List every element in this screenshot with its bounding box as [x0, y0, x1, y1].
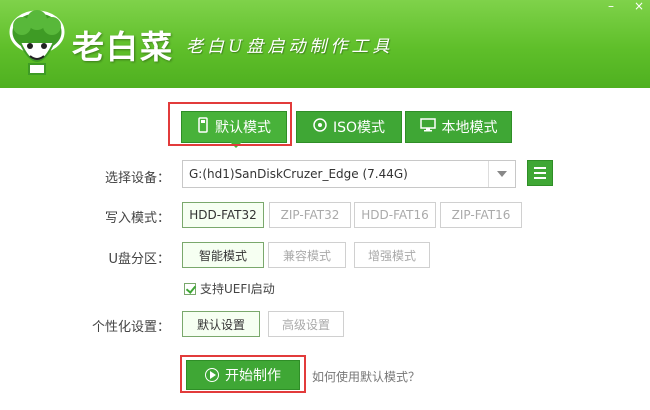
minimize-button[interactable]: –	[600, 0, 622, 14]
write-option-hdd-fat32[interactable]: HDD-FAT32	[182, 202, 264, 228]
write-option-zip-fat32[interactable]: ZIP-FAT32	[269, 202, 351, 228]
write-mode-label: 写入模式：	[104, 211, 170, 226]
checkbox-checked-icon[interactable]	[184, 282, 196, 295]
chevron-down-icon[interactable]	[488, 161, 515, 187]
active-tab-pointer	[230, 142, 242, 148]
tab-iso-mode[interactable]: ISO模式	[296, 111, 402, 143]
tab-label: ISO模式	[332, 120, 386, 136]
monitor-icon	[419, 118, 436, 136]
play-icon	[205, 368, 219, 382]
partition-option-enhanced[interactable]: 增强模式	[354, 242, 430, 268]
disc-icon	[313, 118, 327, 136]
settings-option-advanced[interactable]: 高级设置	[268, 311, 344, 337]
usb-icon	[197, 117, 209, 137]
write-option-hdd-fat16[interactable]: HDD-FAT16	[354, 202, 436, 228]
tab-default-mode[interactable]: 默认模式	[181, 111, 287, 143]
tab-label: 默认模式	[215, 120, 271, 136]
uefi-checkbox[interactable]: 支持UEFI启动	[184, 280, 275, 297]
tab-label: 本地模式	[441, 120, 498, 136]
start-button[interactable]: 开始制作	[186, 360, 300, 390]
start-button-label: 开始制作	[225, 368, 281, 384]
write-option-zip-fat16[interactable]: ZIP-FAT16	[440, 202, 522, 228]
device-select[interactable]: G:(hd1)SanDiskCruzer_Edge (7.44G)	[182, 160, 516, 188]
help-link[interactable]: 如何使用默认模式？	[312, 368, 420, 385]
app-slogan: 老白U盘启动制作工具	[186, 37, 394, 57]
settings-option-default[interactable]: 默认设置	[182, 311, 260, 337]
partition-option-compatible[interactable]: 兼容模式	[268, 242, 346, 268]
menu-icon[interactable]	[527, 160, 553, 186]
tab-local-mode[interactable]: 本地模式	[405, 111, 512, 143]
uefi-label: 支持UEFI启动	[200, 282, 275, 296]
app-header: 老白菜 老白U盘启动制作工具 – ×	[0, 0, 650, 88]
device-label: 选择设备：	[104, 171, 170, 186]
partition-label: U盘分区：	[108, 252, 170, 267]
app-title: 老白菜	[72, 28, 175, 66]
close-button[interactable]: ×	[628, 0, 650, 14]
partition-option-smart[interactable]: 智能模式	[182, 242, 264, 268]
personal-settings-label: 个性化设置：	[91, 320, 170, 335]
cabbage-logo-icon	[9, 10, 65, 75]
